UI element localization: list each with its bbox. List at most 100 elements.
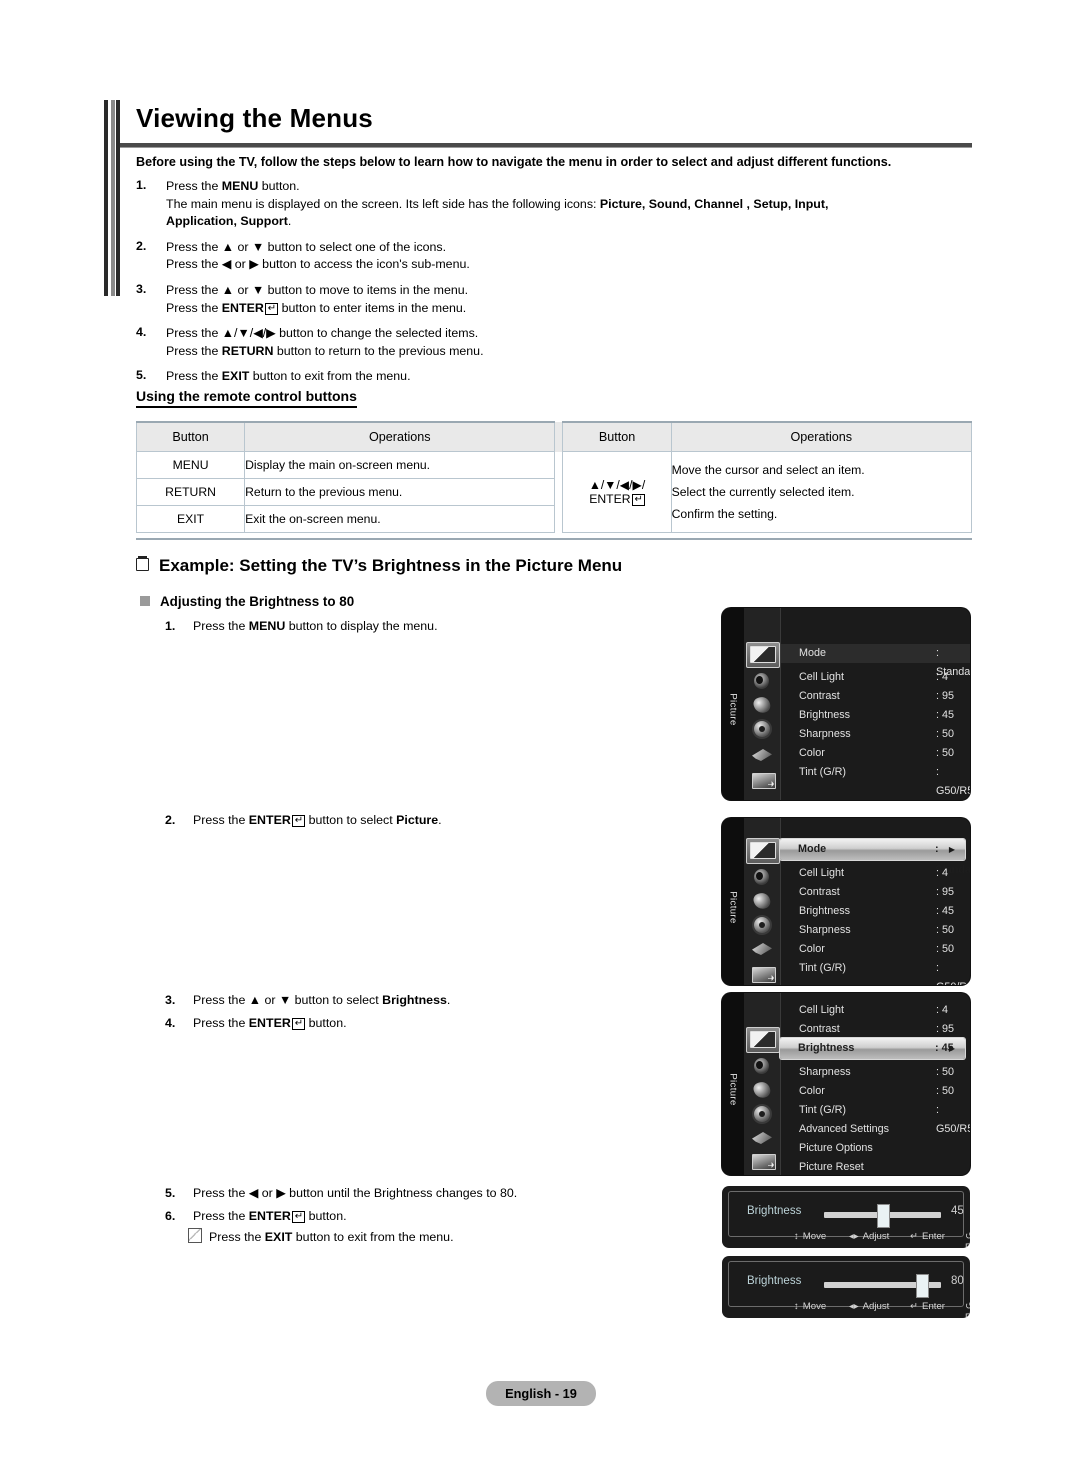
osd-row-brightness-highlighted[interactable]: Brightness : 45 ▶ <box>780 1038 965 1059</box>
sound-icon[interactable] <box>750 868 774 886</box>
picture-icon[interactable] <box>746 642 780 668</box>
slider-knob[interactable] <box>916 1274 929 1298</box>
operation-line-1: Move the cursor and select an item. <box>671 463 865 477</box>
chevron-right-icon[interactable]: ▶ <box>949 839 955 860</box>
osd-row-mode[interactable]: Mode : Standard <box>781 644 970 678</box>
osd-row-tint[interactable]: Tint (G/R) : G50/R50 <box>781 959 970 985</box>
osd-row-tint[interactable]: Tint (G/R) : G50/R50 <box>781 763 970 797</box>
channel-icon[interactable] <box>750 1079 774 1101</box>
osd-label: Contrast <box>799 690 840 702</box>
adjusting-brightness-heading: Adjusting the Brightness to 80 <box>140 594 354 609</box>
hint-move[interactable]: ↕ Move <box>794 1231 826 1242</box>
step-2-line1: Press the ▲ or ▼ button to select one of… <box>166 239 447 254</box>
osd-row-cell-light[interactable]: Cell Light : 4 <box>781 668 970 687</box>
picture-icon[interactable] <box>746 1027 780 1053</box>
example-step-6-body: Press the ENTER ↵ button. <box>193 1209 347 1223</box>
support-icon[interactable] <box>750 964 776 983</box>
osd-label: Tint (G/R) <box>799 962 846 974</box>
setup-icon[interactable] <box>750 1105 774 1123</box>
example-step-3-body: Press the ▲ or ▼ button to select Bright… <box>193 993 451 1007</box>
step-3-body: Press the ▲ or ▼ button to move to items… <box>166 282 976 317</box>
example-step-5: 5. Press the ◀ or ▶ button until the Bri… <box>165 1184 725 1202</box>
osd-row-cell-light[interactable]: Cell Light : 4 <box>781 1001 970 1020</box>
input-icon[interactable] <box>750 746 774 764</box>
slider-knob[interactable] <box>877 1204 890 1228</box>
table-gap <box>554 422 563 452</box>
osd-label: Color <box>799 747 825 759</box>
channel-icon[interactable] <box>750 694 774 716</box>
row-exit-operation: Exit the on-screen menu. <box>244 505 556 533</box>
step-2-line2: Press the ◀ or ▶ button to access the ic… <box>166 257 470 272</box>
navigation-steps: 1. Press the MENU button. The main menu … <box>136 178 976 394</box>
osd-panel-mode-selected: Picture Mode : Standard ▶ Cell Light : 4… <box>722 818 970 985</box>
picture-keyword: Picture <box>396 813 439 827</box>
hint-return[interactable]: ↺Return <box>965 1231 970 1248</box>
slider-value: 45 <box>951 1205 964 1217</box>
move-arrows-icon: ↕ <box>794 1231 799 1242</box>
input-icon[interactable] <box>750 1129 774 1147</box>
sound-icon[interactable] <box>750 672 774 690</box>
osd-icon-column <box>744 818 781 985</box>
osd-label: Sharpness <box>799 924 851 936</box>
osd-row-sharpness[interactable]: Sharpness : 50 <box>781 921 970 940</box>
osd-row-contrast[interactable]: Contrast : 95 <box>781 1020 970 1039</box>
osd-row-picture-reset[interactable]: Picture Reset <box>781 1158 970 1175</box>
osd-row-color[interactable]: Color : 50 <box>781 940 970 959</box>
row-navigation-operations: Move the cursor and select an item. Sele… <box>670 451 973 533</box>
hint-enter[interactable]: ↵ Enter <box>910 1231 945 1242</box>
osd-row-mode-highlighted[interactable]: Mode : Standard ▶ <box>780 839 970 876</box>
input-icon[interactable] <box>750 940 774 958</box>
enter-key-icon: ↵ <box>291 1211 306 1223</box>
osd-row-picture-options[interactable]: Picture Options <box>781 1139 970 1158</box>
remote-control-heading: Using the remote control buttons <box>136 388 357 408</box>
sound-icon[interactable] <box>750 1057 774 1075</box>
row-exit-button: EXIT <box>135 505 246 533</box>
enter-key-icon: ↵ <box>910 1301 919 1312</box>
page-footer-badge: English - 19 <box>486 1381 596 1406</box>
osd-row-sharpness[interactable]: Sharpness : 50 <box>781 725 970 744</box>
hint-enter[interactable]: ↵ Enter <box>910 1301 945 1312</box>
step-4-line2-post: button to return to the previous menu. <box>273 343 484 358</box>
osd-row-brightness[interactable]: Brightness : 45 <box>781 902 970 921</box>
picture-icon[interactable] <box>746 838 780 864</box>
step-5-exit-keyword: EXIT <box>221 369 250 384</box>
osd-row-tint[interactable]: Tint (G/R) : G50/R50 <box>781 1101 970 1135</box>
example-step-6: 6. Press the ENTER ↵ button. <box>165 1207 725 1225</box>
osd-value: : 45 <box>936 905 955 917</box>
osd-row-contrast[interactable]: Contrast : 95 <box>781 687 970 706</box>
example-step-1-number: 1. <box>165 619 176 633</box>
menu-keyword: MENU <box>248 619 286 633</box>
setup-icon[interactable] <box>750 916 774 934</box>
step-3: 3. Press the ▲ or ▼ button to move to it… <box>136 282 976 317</box>
example-step-5-body: Press the ◀ or ▶ button until the Bright… <box>193 1186 518 1200</box>
adjust-arrows-icon: ◂▸ <box>849 1231 859 1242</box>
return-arrow-icon: ↺ <box>965 1231 970 1242</box>
support-icon[interactable] <box>750 1151 776 1170</box>
channel-icon[interactable] <box>750 890 774 912</box>
osd-value: : 95 <box>936 1023 955 1035</box>
operation-line-2: Select the currently selected item. <box>671 485 855 499</box>
osd-value: : G50/R50 <box>936 962 970 985</box>
osd-row-color[interactable]: Color : 50 <box>781 744 970 763</box>
step-5-line1-pre: Press the <box>166 369 222 384</box>
hint-return[interactable]: ↺Return <box>965 1301 970 1318</box>
hint-adjust[interactable]: ◂▸ Adjust <box>849 1301 889 1312</box>
row-menu-operation: Display the main on-screen menu. <box>244 451 556 479</box>
table-bottom-rule <box>136 538 972 540</box>
osd-row-advanced-settings[interactable]: Advanced Settings <box>781 1120 970 1139</box>
osd-row-brightness[interactable]: Brightness : 45 <box>781 706 970 725</box>
hint-move[interactable]: ↕ Move <box>794 1301 826 1312</box>
osd-row-contrast[interactable]: Contrast : 95 <box>781 883 970 902</box>
step-4-body: Press the ▲/▼/◀/▶ button to change the s… <box>166 325 976 360</box>
osd-list-area: Mode : Standard ▶ Cell Light : 4 Contras… <box>780 818 970 985</box>
title-rule-thin <box>120 147 972 148</box>
support-icon[interactable] <box>750 770 776 789</box>
chevron-right-icon[interactable]: ▶ <box>949 1038 955 1059</box>
osd-row-sharpness[interactable]: Sharpness : 50 <box>781 1063 970 1082</box>
osd-row-cell-light[interactable]: Cell Light : 4 <box>781 864 970 883</box>
osd-value: : 50 <box>936 924 955 936</box>
intro-text: Before using the TV, follow the steps be… <box>136 155 892 169</box>
hint-adjust[interactable]: ◂▸ Adjust <box>849 1231 889 1242</box>
setup-icon[interactable] <box>750 720 774 738</box>
osd-row-color[interactable]: Color : 50 <box>781 1082 970 1101</box>
